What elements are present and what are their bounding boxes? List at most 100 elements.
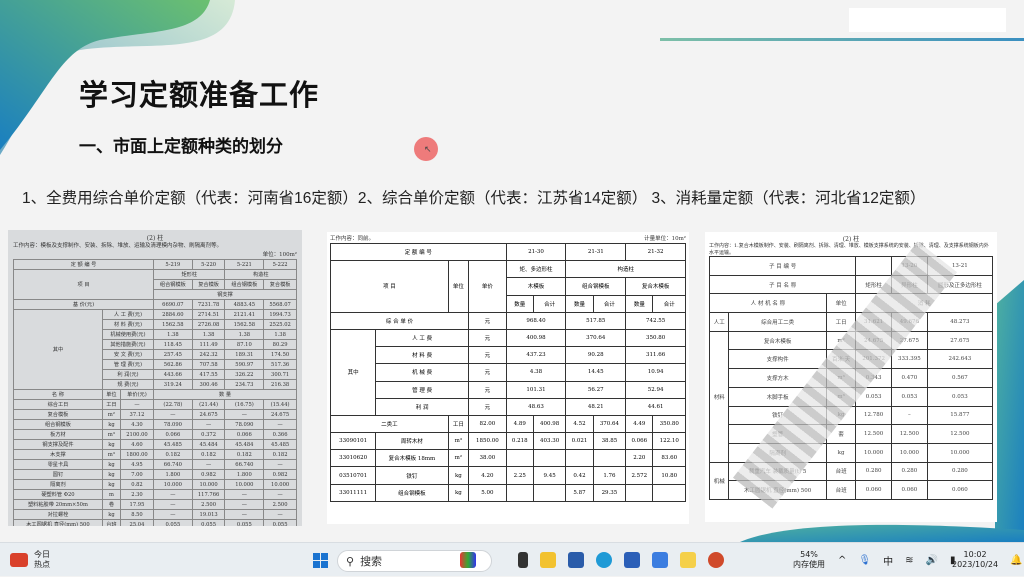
table-cell: 48.63 xyxy=(505,397,567,416)
table-cell: 33011111 xyxy=(329,483,377,502)
table-cell: 21-30 xyxy=(505,242,567,262)
table-cell: 38.85 xyxy=(592,432,627,451)
table-cell: 合计 xyxy=(652,294,686,313)
table-cell: — xyxy=(263,459,297,470)
table-cell: kg xyxy=(101,419,121,430)
table-cell: 2121.41 xyxy=(224,309,265,320)
table-cell: 机械 xyxy=(708,461,730,500)
ime-indicator[interactable]: 中 xyxy=(883,553,893,568)
table-cell: 400.98 xyxy=(505,328,567,348)
table-cell: 7.00 xyxy=(119,469,155,480)
table-cell: 45.484 xyxy=(224,439,265,450)
quota-table: 定 额 编 号 5-219 5-220 5-221 5-222 项 目矩形柱 构造柱 组合钢模… xyxy=(13,259,297,526)
table-cell: 15.877 xyxy=(926,405,994,426)
table-cell: 数量 xyxy=(625,294,654,313)
edge-browser-icon[interactable] xyxy=(596,552,612,568)
table-cell: 03510701 xyxy=(329,466,377,485)
table-cell: m² xyxy=(447,449,470,468)
table-cell: 10.000 xyxy=(926,442,994,463)
date: 2023/10/24 xyxy=(952,560,999,569)
table-row: 复合模板 m² 37.12—24.675—24.675 xyxy=(13,409,297,420)
table-cell: — xyxy=(263,489,297,500)
news-label-1: 今日 xyxy=(34,550,50,559)
table-cell: 对拉螺栓 xyxy=(13,509,103,520)
table-cell: 1994.73 xyxy=(263,309,297,320)
table-cell: 规 费(元) xyxy=(101,379,155,390)
table-cell: — xyxy=(263,509,297,520)
table-cell: 82.00 xyxy=(468,414,507,434)
table-cell: 1562.58 xyxy=(153,319,193,330)
word-icon[interactable] xyxy=(624,552,640,568)
table-cell: — xyxy=(153,409,193,420)
microsoft-store-icon[interactable] xyxy=(568,552,584,568)
table-cell: (15.44) xyxy=(263,399,297,410)
table-cell: — xyxy=(191,459,226,470)
table-row: 机 械 费元 4.38 14.45 10.94 xyxy=(331,363,686,382)
news-widget[interactable]: 今日 热点 xyxy=(10,543,50,577)
wifi-icon[interactable]: ≋ xyxy=(905,555,913,566)
table-cell: 数量 xyxy=(505,294,534,313)
table-cell: 零星卡具 xyxy=(13,459,103,470)
table-cell: 443.66 xyxy=(153,369,193,380)
table-cell: 0.982 xyxy=(191,469,226,480)
table-cell: 311.66 xyxy=(625,346,686,365)
app-dark-icon[interactable] xyxy=(518,552,528,568)
start-button[interactable] xyxy=(313,543,328,577)
table-cell: 数 量 xyxy=(153,389,297,400)
table-row: 管 理 费元 101.31 56.27 52.94 xyxy=(331,380,686,399)
table-cell: 78.090 xyxy=(224,419,265,430)
table-cell xyxy=(532,483,567,502)
table-cell: 硬塑料管 Φ20 xyxy=(13,489,103,500)
table-cell: 木工圆锯机 直径(mm) 500 xyxy=(13,519,103,526)
table-cell: 复合木模板 xyxy=(728,330,827,351)
file-explorer-icon[interactable] xyxy=(540,552,556,568)
table-cell: 27.675 xyxy=(926,330,994,351)
search-icon: ⚲ xyxy=(346,554,355,568)
table-cell: 12.500 xyxy=(926,424,994,444)
table-cell: 10.000 xyxy=(153,479,193,490)
table-cell: 组合钢模板 xyxy=(565,277,627,296)
table-cell: 101.31 xyxy=(505,380,567,399)
table-cell: m³ xyxy=(447,432,470,451)
table-cell xyxy=(652,483,686,502)
table-cell: 元 xyxy=(468,397,507,416)
preview-app-icon[interactable] xyxy=(652,552,668,568)
table-cell: 2525.02 xyxy=(263,319,297,330)
table-cell: 单位 xyxy=(101,389,121,400)
table-cell: 复合模板 xyxy=(263,279,297,290)
table-cell: 复合木模板 18mm xyxy=(375,449,449,468)
chevron-up-icon[interactable]: ^ xyxy=(838,555,846,566)
table-cell: 33010620 xyxy=(329,449,377,468)
microphone-icon[interactable]: 🎙 xyxy=(858,555,871,566)
table-cell: 2884.60 xyxy=(153,309,193,320)
table-cell: 综合工日 xyxy=(13,399,103,410)
table-cell: 52.94 xyxy=(625,380,686,399)
table-row: 综 合 单 价元 968.40 517.85 742.55 xyxy=(329,311,686,330)
table-row: 基 价(元) 6690.07 7231.78 4883.45 5568.07 xyxy=(13,299,297,310)
table-cell: 矩形柱 xyxy=(152,269,226,280)
table-cell: 0.021 xyxy=(565,432,594,451)
table-cell: 钢支撑 xyxy=(153,289,297,300)
notes-app-icon[interactable] xyxy=(680,552,696,568)
table-cell: 单价 xyxy=(468,260,507,313)
table-row: 铁钉kg12.780–15.877 xyxy=(710,405,994,426)
table-cell: 12.500 xyxy=(891,424,928,444)
table-cell: 5.00 xyxy=(468,483,507,502)
slide-subtitle: 一、市面上定额种类的划分 xyxy=(79,137,283,157)
table-cell: 1.800 xyxy=(224,469,265,480)
colorful-app-icon[interactable] xyxy=(460,552,476,568)
table-row: 定 额 编 号 21-30 21-31 21-32 xyxy=(330,242,686,262)
clock[interactable]: 10:02 2023/10/24 xyxy=(952,543,998,577)
memory-usage-widget[interactable]: 54% 内存使用 xyxy=(793,543,825,577)
jiangsu-quota-table-image: 工作内容：同前。 计量单位：10m² 定 额 编 号 21-30 21-31 21-32… xyxy=(327,232,689,524)
table-cell: 0.066 xyxy=(224,429,265,440)
volume-icon[interactable]: 🔊 xyxy=(925,555,937,566)
table-cell: 2.25 xyxy=(505,466,534,485)
table-cell: 0.280 xyxy=(855,461,893,482)
powerpoint-icon[interactable] xyxy=(708,552,724,568)
doc-work-content: 工作内容：1.复合木模板制作、安装、刷隔离剂、拆除、清理、堆放、模板支撑系统的安… xyxy=(709,243,989,256)
notification-bell-icon[interactable]: 🔔 xyxy=(1010,543,1022,577)
table-cell: 403.30 xyxy=(532,432,567,451)
table-cell: kg xyxy=(447,483,470,502)
table-cell: 元 xyxy=(468,311,507,330)
